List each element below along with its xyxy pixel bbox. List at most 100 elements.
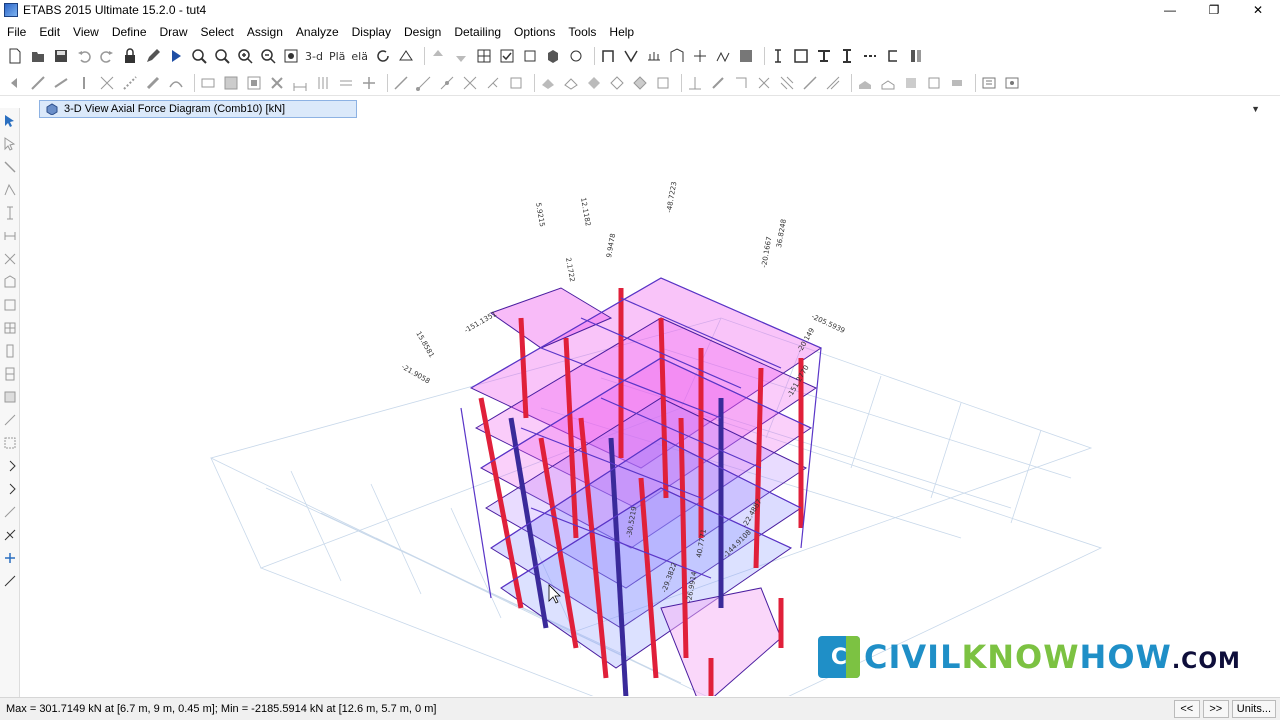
new-model-icon[interactable] <box>6 47 24 65</box>
assign-mass-icon[interactable] <box>608 74 626 92</box>
redo-icon[interactable] <box>98 47 116 65</box>
draw-bracing-icon[interactable] <box>1 250 19 268</box>
move-up-icon[interactable] <box>429 47 447 65</box>
assign-spring-icon[interactable] <box>585 74 603 92</box>
plan-view-button[interactable]: Plä <box>329 50 345 63</box>
draw-secondary-icon[interactable] <box>1 227 19 245</box>
draw-wall-stack-icon[interactable] <box>1 365 19 383</box>
menu-assign[interactable]: Assign <box>244 25 293 39</box>
structure-icon[interactable] <box>668 47 686 65</box>
view-tab-3d[interactable]: 3-D View Axial Force Diagram (Comb10) [k… <box>39 100 357 118</box>
move-down-icon[interactable] <box>452 47 470 65</box>
menu-file[interactable]: File <box>4 25 36 39</box>
draw-opening-vert-icon[interactable] <box>1 388 19 406</box>
load-assign-icon[interactable] <box>980 74 998 92</box>
reshape-icon[interactable] <box>1 135 19 153</box>
joint-icon[interactable] <box>691 47 709 65</box>
draw-line-icon[interactable] <box>1 158 19 176</box>
column-icon[interactable] <box>838 47 856 65</box>
shell-diaphragm-icon[interactable] <box>948 74 966 92</box>
draw-opening-icon[interactable] <box>245 74 263 92</box>
draw-tendon-icon[interactable] <box>167 74 185 92</box>
frame-hinge-icon[interactable] <box>801 74 819 92</box>
link-icon[interactable] <box>714 47 732 65</box>
grid-line-icon[interactable] <box>314 74 332 92</box>
draw-wall-icon[interactable] <box>144 74 162 92</box>
shell-icon[interactable] <box>645 47 663 65</box>
area-display-icon[interactable] <box>737 47 755 65</box>
menu-options[interactable]: Options <box>511 25 565 39</box>
assign-restraint-icon[interactable] <box>562 74 580 92</box>
brace-icon[interactable] <box>622 47 640 65</box>
zoom-restore-icon[interactable] <box>213 47 231 65</box>
snap-perp-icon[interactable] <box>484 74 502 92</box>
snap-line-vert-icon[interactable] <box>1 572 19 590</box>
frame-mesh-icon[interactable] <box>778 74 796 92</box>
save-icon[interactable] <box>52 47 70 65</box>
rotate-icon[interactable] <box>374 47 392 65</box>
draw-poly-icon[interactable] <box>1 181 19 199</box>
text-cursor-icon[interactable] <box>769 47 787 65</box>
assign-diaphragm-icon[interactable] <box>539 74 557 92</box>
next-view-button[interactable]: >> <box>1202 700 1229 718</box>
shell-spandrel-icon[interactable] <box>925 74 943 92</box>
pointer-icon[interactable] <box>1 112 19 130</box>
snap-intersection-icon[interactable] <box>461 74 479 92</box>
perspective-icon[interactable] <box>397 47 415 65</box>
shell-section-icon[interactable] <box>856 74 874 92</box>
draw-dimension-vert-icon[interactable] <box>1 411 19 429</box>
open-model-icon[interactable] <box>29 47 47 65</box>
menu-display[interactable]: Display <box>349 25 401 39</box>
menu-detailing[interactable]: Detailing <box>451 25 511 39</box>
axial-force-diagram[interactable]: -151.1351 -21.9058 15.8581 12.1182 5.921… <box>21 118 1280 696</box>
pencil-icon[interactable] <box>144 47 162 65</box>
draw-link-icon[interactable] <box>121 74 139 92</box>
intersecting-line-icon[interactable] <box>1 526 19 544</box>
minimize-button[interactable]: — <box>1148 0 1192 20</box>
reference-icon[interactable] <box>337 74 355 92</box>
menu-draw[interactable]: Draw <box>157 25 198 39</box>
menu-select[interactable]: Select <box>198 25 244 39</box>
menu-tools[interactable]: Tools <box>565 25 606 39</box>
snap-middle-icon[interactable] <box>438 74 456 92</box>
menu-edit[interactable]: Edit <box>36 25 70 39</box>
load-pattern-icon[interactable] <box>1003 74 1021 92</box>
zoom-window-icon[interactable] <box>190 47 208 65</box>
draw-grid-area-icon[interactable] <box>1 319 19 337</box>
draw-rect-icon[interactable] <box>222 74 240 92</box>
run-analysis-icon[interactable] <box>167 47 185 65</box>
draw-wall-vert-icon[interactable] <box>1 342 19 360</box>
frame-tc-limit-icon[interactable] <box>824 74 842 92</box>
extrude-icon[interactable] <box>544 47 562 65</box>
previous-view-button[interactable]: << <box>1173 700 1200 718</box>
pan-icon[interactable] <box>282 47 300 65</box>
frame-local-axes-icon[interactable] <box>732 74 750 92</box>
delete-icon[interactable] <box>268 74 286 92</box>
frame-modifiers-icon[interactable] <box>755 74 773 92</box>
draw-column-icon[interactable] <box>75 74 93 92</box>
snap-ends-icon[interactable] <box>415 74 433 92</box>
assign-load-icon[interactable] <box>631 74 649 92</box>
select-all-button[interactable] <box>1 457 19 475</box>
menu-help[interactable]: Help <box>606 25 644 39</box>
check-icon[interactable] <box>498 47 516 65</box>
dimension-icon[interactable] <box>291 74 309 92</box>
draw-column-vert-icon[interactable] <box>1 204 19 222</box>
restore-button[interactable]: ❐ <box>1192 0 1236 20</box>
menu-define[interactable]: Define <box>109 25 157 39</box>
assign-area-load-icon[interactable] <box>654 74 672 92</box>
set-display-icon[interactable] <box>475 47 493 65</box>
beam-icon[interactable] <box>815 47 833 65</box>
menu-view[interactable]: View <box>70 25 109 39</box>
zoom-in-icon[interactable] <box>236 47 254 65</box>
wall-icon[interactable] <box>907 47 925 65</box>
lock-icon[interactable] <box>121 47 139 65</box>
model-viewport[interactable]: 3-D View Axial Force Diagram (Comb10) [k… <box>21 98 1280 696</box>
snap-grid-icon[interactable] <box>507 74 525 92</box>
draw-floor-icon[interactable] <box>199 74 217 92</box>
view-3d-button[interactable]: 3-d <box>305 50 323 63</box>
elevation-view-button[interactable]: elä <box>351 50 368 63</box>
draw-point-icon[interactable] <box>6 74 24 92</box>
menu-design[interactable]: Design <box>401 25 451 39</box>
units-button[interactable]: Units... <box>1231 700 1276 718</box>
